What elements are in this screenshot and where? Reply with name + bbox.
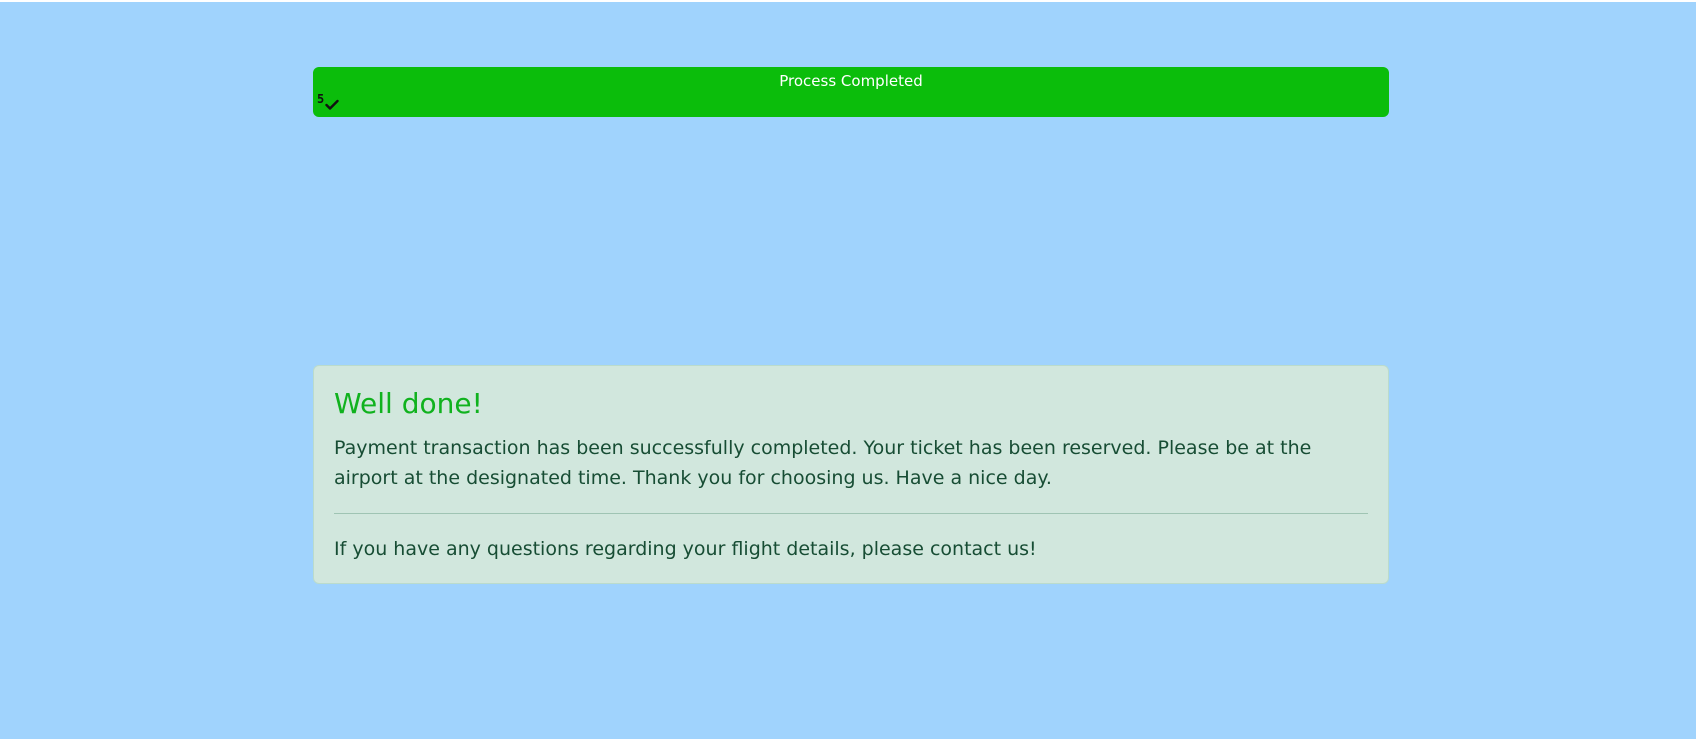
progress-label: Process Completed bbox=[779, 72, 923, 90]
progress-bar: Process Completed 5 bbox=[313, 67, 1389, 117]
step-indicator: 5 bbox=[317, 93, 341, 113]
step-number: 5 bbox=[317, 92, 325, 106]
check-icon bbox=[325, 99, 339, 110]
success-alert: Well done! Payment transaction has been … bbox=[313, 365, 1389, 584]
alert-contact-note: If you have any questions regarding your… bbox=[334, 538, 1037, 560]
alert-divider bbox=[334, 513, 1368, 514]
alert-message: Payment transaction has been successfull… bbox=[334, 437, 1312, 489]
page-background: Process Completed 5 Well done! Payment t… bbox=[0, 2, 1696, 739]
alert-heading: Well done! bbox=[334, 387, 483, 420]
